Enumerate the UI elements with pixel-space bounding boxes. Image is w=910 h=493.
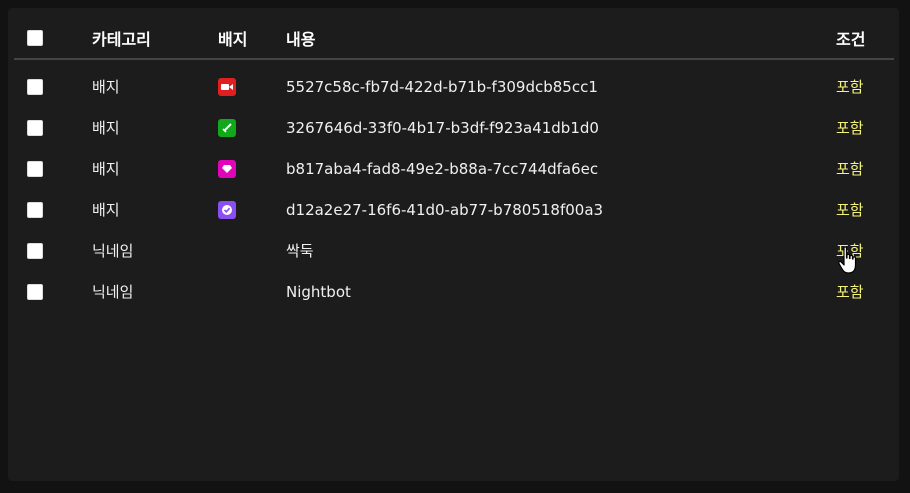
row-category: 배지 (92, 119, 120, 137)
table-header: 카테고리 배지 내용 조건 (8, 18, 899, 58)
row-checkbox-cell (27, 189, 47, 230)
select-all-cell (27, 18, 47, 58)
table-row[interactable]: 배지 5527c58c-fb7d-422d-b71b-f309dcb85cc1 … (8, 66, 899, 107)
header-content[interactable]: 내용 (286, 18, 315, 58)
row-checkbox[interactable] (27, 119, 43, 136)
row-checkbox[interactable] (27, 160, 43, 177)
table-row[interactable]: 배지 b817aba4-fad8-49e2-b88a-7cc744dfa6ec … (8, 148, 899, 189)
filter-list-panel: 카테고리 배지 내용 조건 배지 5527c58c-fb7d-422d-b71b… (8, 8, 899, 481)
row-checkbox-cell (27, 107, 47, 148)
video-badge-icon (218, 77, 236, 96)
header-divider (14, 58, 894, 60)
table-row[interactable]: 배지 d12a2e27-16f6-41d0-ab77-b780518f00a3 … (8, 189, 899, 230)
row-condition[interactable]: 포함 (836, 66, 864, 107)
row-content: Nightbot (286, 282, 351, 301)
row-checkbox-cell (27, 271, 47, 312)
row-category: 배지 (92, 160, 120, 178)
table-row[interactable]: 배지 3267646d-33f0-4b17-b3df-f923a41db1d0 … (8, 107, 899, 148)
row-condition[interactable]: 포함 (836, 107, 864, 148)
row-checkbox[interactable] (27, 242, 43, 259)
row-category: 닉네임 (92, 283, 134, 301)
header-condition[interactable]: 조건 (836, 18, 865, 58)
row-badge (218, 148, 236, 189)
row-condition[interactable]: 포함 (836, 271, 864, 312)
row-category: 배지 (92, 201, 120, 219)
row-badge (218, 189, 236, 230)
row-checkbox[interactable] (27, 201, 43, 218)
row-category: 배지 (92, 78, 120, 96)
row-checkbox[interactable] (27, 78, 43, 95)
gem-badge-icon (218, 159, 236, 178)
row-badge (218, 66, 236, 107)
row-content: 5527c58c-fb7d-422d-b71b-f309dcb85cc1 (286, 77, 598, 96)
row-checkbox[interactable] (27, 283, 43, 300)
table-row[interactable]: 닉네임 싹둑 포함 (8, 230, 899, 271)
hand-pointer-cursor-icon (837, 245, 859, 275)
header-category[interactable]: 카테고리 (92, 18, 151, 58)
sword-badge-icon (218, 118, 236, 137)
row-checkbox-cell (27, 230, 47, 271)
row-condition[interactable]: 포함 (836, 148, 864, 189)
row-category: 닉네임 (92, 242, 134, 260)
row-badge (218, 107, 236, 148)
verified-badge-icon (218, 200, 236, 219)
row-content: b817aba4-fad8-49e2-b88a-7cc744dfa6ec (286, 159, 599, 178)
row-content: d12a2e27-16f6-41d0-ab77-b780518f00a3 (286, 200, 604, 219)
row-checkbox-cell (27, 148, 47, 189)
row-condition[interactable]: 포함 (836, 189, 864, 230)
row-content: 싹둑 (286, 242, 314, 260)
header-badge[interactable]: 배지 (218, 18, 247, 58)
table-row[interactable]: 닉네임 Nightbot 포함 (8, 271, 899, 312)
select-all-checkbox[interactable] (27, 30, 43, 46)
row-checkbox-cell (27, 66, 47, 107)
row-content: 3267646d-33f0-4b17-b3df-f923a41db1d0 (286, 118, 599, 137)
